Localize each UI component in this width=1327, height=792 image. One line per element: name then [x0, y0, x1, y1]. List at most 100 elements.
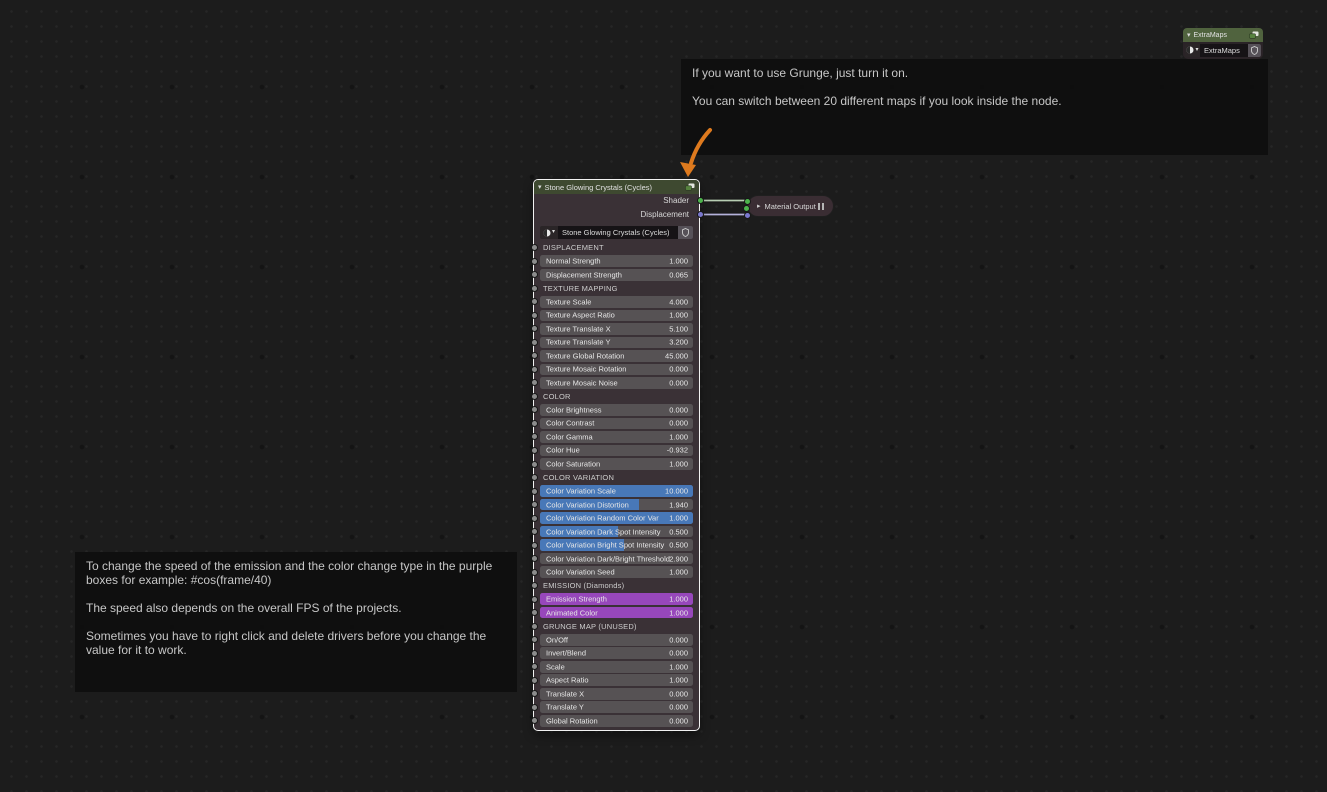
node-stone-glowing-crystals[interactable]: ▾ Stone Glowing Crystals (Cycles) Shader…: [533, 179, 700, 731]
collapse-chevron-icon[interactable]: ▾: [538, 184, 542, 191]
input-socket[interactable]: [531, 663, 538, 670]
value-slider[interactable]: On/Off0.000: [540, 634, 693, 646]
input-socket[interactable]: [531, 447, 538, 454]
input-socket[interactable]: [531, 501, 538, 508]
input-socket[interactable]: [531, 650, 538, 657]
slider-value: 0.000: [669, 378, 688, 387]
input-socket-surface[interactable]: [744, 198, 751, 205]
input-socket[interactable]: [531, 569, 538, 576]
input-socket[interactable]: [531, 420, 538, 427]
input-socket[interactable]: [531, 474, 538, 481]
value-slider[interactable]: Normal Strength1.000: [540, 255, 693, 267]
input-socket[interactable]: [531, 312, 538, 319]
param-row: On/Off0.000: [535, 633, 698, 647]
input-socket[interactable]: [531, 258, 538, 265]
value-slider[interactable]: Emission Strength1.000: [540, 593, 693, 605]
input-socket[interactable]: [531, 677, 538, 684]
input-socket[interactable]: [531, 528, 538, 535]
value-slider[interactable]: Color Variation Scale10.000: [540, 485, 693, 497]
input-socket[interactable]: [531, 690, 538, 697]
node-material-output[interactable]: ▸ Material Output: [747, 195, 834, 217]
material-browse-button[interactable]: ▾: [540, 226, 558, 239]
node-editor-canvas[interactable]: { "notes": { "grunge": { "lines": [ "If …: [0, 0, 1327, 792]
extramaps-node-header[interactable]: ▾ ExtraMaps: [1183, 28, 1263, 42]
input-socket[interactable]: [531, 339, 538, 346]
input-socket[interactable]: [531, 244, 538, 251]
param-row: Normal Strength1.000: [535, 255, 698, 269]
value-slider[interactable]: Texture Mosaic Noise0.000: [540, 377, 693, 389]
value-slider[interactable]: Displacement Strength0.065: [540, 269, 693, 281]
value-slider[interactable]: Animated Color1.000: [540, 607, 693, 619]
input-socket[interactable]: [531, 596, 538, 603]
input-socket[interactable]: [531, 461, 538, 468]
input-socket[interactable]: [531, 325, 538, 332]
output-label-shader: Shader: [663, 196, 689, 205]
value-slider[interactable]: Color Gamma1.000: [540, 431, 693, 443]
value-slider[interactable]: Aspect Ratio1.000: [540, 674, 693, 686]
input-socket[interactable]: [531, 582, 538, 589]
value-slider[interactable]: Color Variation Dark/Bright Threshold2.9…: [540, 553, 693, 565]
value-slider[interactable]: Color Variation Random Color Var1.000: [540, 512, 693, 524]
value-slider[interactable]: Color Variation Bright Spot Intensity0.5…: [540, 539, 693, 551]
value-slider[interactable]: Color Variation Seed1.000: [540, 566, 693, 578]
input-socket[interactable]: [531, 609, 538, 616]
main-datablock-selector[interactable]: ▾ Stone Glowing Crystals (Cycles): [540, 226, 693, 239]
input-socket[interactable]: [531, 555, 538, 562]
value-slider[interactable]: Texture Global Rotation45.000: [540, 350, 693, 362]
value-slider[interactable]: Texture Translate X5.100: [540, 323, 693, 335]
slider-label: Texture Translate X: [546, 324, 611, 333]
value-slider[interactable]: Translate X0.000: [540, 688, 693, 700]
input-socket[interactable]: [531, 542, 538, 549]
input-socket[interactable]: [531, 636, 538, 643]
input-socket-displacement[interactable]: [744, 212, 751, 219]
extramaps-datablock-name[interactable]: ExtraMaps: [1200, 44, 1248, 57]
value-slider[interactable]: Color Brightness0.000: [540, 404, 693, 416]
extramaps-datablock-selector[interactable]: ▾ ExtraMaps: [1185, 44, 1261, 57]
input-socket[interactable]: [531, 393, 538, 400]
expand-chevron-icon[interactable]: ▸: [757, 202, 761, 210]
slider-value: 0.000: [669, 365, 688, 374]
main-node-header[interactable]: ▾ Stone Glowing Crystals (Cycles): [534, 180, 699, 194]
param-row: Color Contrast0.000: [535, 417, 698, 431]
input-socket[interactable]: [531, 285, 538, 292]
input-socket[interactable]: [531, 298, 538, 305]
node-extramaps[interactable]: ▾ ExtraMaps ▾ ExtraMaps: [1183, 28, 1263, 59]
input-socket[interactable]: [531, 704, 538, 711]
section-label: COLOR: [540, 392, 571, 401]
collapse-chevron-icon[interactable]: ▾: [1187, 32, 1191, 39]
input-socket[interactable]: [531, 271, 538, 278]
param-row: Color Variation Distortion1.940: [535, 498, 698, 512]
input-socket[interactable]: [531, 433, 538, 440]
output-socket-displacement[interactable]: [697, 211, 704, 218]
value-slider[interactable]: Color Variation Dark Spot Intensity0.500: [540, 526, 693, 538]
value-slider[interactable]: Texture Scale4.000: [540, 296, 693, 308]
value-slider[interactable]: Color Variation Distortion1.940: [540, 499, 693, 511]
input-socket[interactable]: [531, 379, 538, 386]
value-slider[interactable]: Color Saturation1.000: [540, 458, 693, 470]
value-slider[interactable]: Scale1.000: [540, 661, 693, 673]
input-socket[interactable]: [531, 623, 538, 630]
input-socket[interactable]: [531, 488, 538, 495]
main-datablock-name[interactable]: Stone Glowing Crystals (Cycles): [558, 226, 678, 239]
value-slider[interactable]: Color Contrast0.000: [540, 418, 693, 430]
value-slider[interactable]: Invert/Blend0.000: [540, 647, 693, 659]
input-socket[interactable]: [531, 352, 538, 359]
value-slider[interactable]: Color Hue-0.932: [540, 445, 693, 457]
material-sphere-icon: [543, 229, 551, 237]
value-slider[interactable]: Texture Mosaic Rotation0.000: [540, 364, 693, 376]
value-slider[interactable]: Global Rotation0.000: [540, 715, 693, 727]
input-socket[interactable]: [531, 515, 538, 522]
output-socket-shader[interactable]: [697, 197, 704, 204]
input-socket[interactable]: [531, 717, 538, 724]
slider-value: 1.000: [669, 595, 688, 604]
section-label: TEXTURE MAPPING: [540, 284, 618, 293]
fake-user-shield-button[interactable]: [1248, 44, 1261, 57]
input-socket[interactable]: [531, 406, 538, 413]
material-browse-button[interactable]: ▾: [1185, 44, 1200, 57]
input-socket[interactable]: [531, 366, 538, 373]
fake-user-shield-button[interactable]: [678, 226, 693, 239]
value-slider[interactable]: Texture Translate Y3.200: [540, 337, 693, 349]
value-slider[interactable]: Texture Aspect Ratio1.000: [540, 310, 693, 322]
value-slider[interactable]: Translate Y0.000: [540, 701, 693, 713]
input-socket-volume[interactable]: [743, 205, 750, 212]
